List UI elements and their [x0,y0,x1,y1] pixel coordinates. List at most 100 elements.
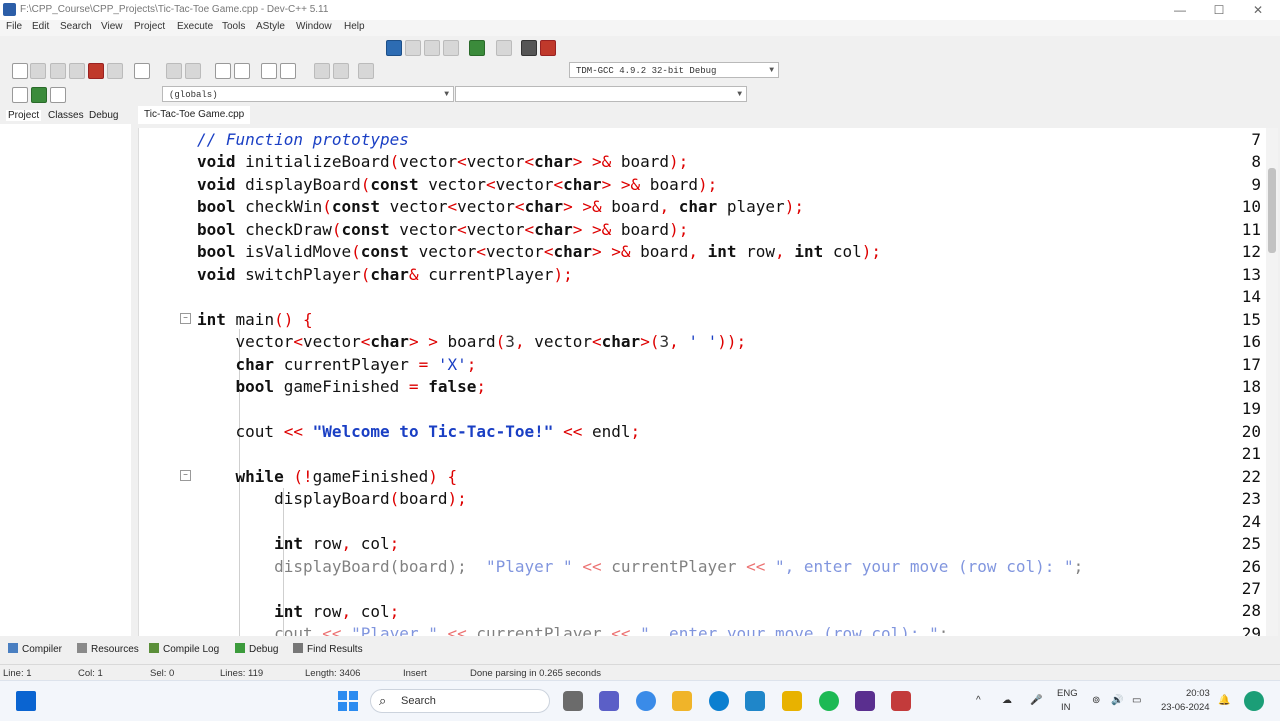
menu-search[interactable]: Search [60,21,92,32]
menu-help[interactable]: Help [344,21,365,32]
tab-debug[interactable]: Debug [89,110,118,121]
class-browser-icon[interactable] [12,87,28,103]
status-length: Length: 3406 [305,668,361,679]
find-icon[interactable] [215,63,231,79]
code-line: cout << "Welcome to Tic-Tac-Toe!" << end… [197,422,641,441]
menu-edit[interactable]: Edit [32,21,49,32]
maximize-button[interactable]: ☐ [1204,2,1234,18]
microphone-icon[interactable]: 🎤 [1030,695,1042,706]
windows-start-icon[interactable] [338,691,358,711]
compile-run-icon[interactable] [424,40,440,56]
menu-astyle[interactable]: AStyle [256,21,285,32]
compile-log-icon [149,643,159,653]
devcpp-taskbar-icon[interactable] [855,691,875,711]
menu-project[interactable]: Project [134,21,165,32]
menu-window[interactable]: Window [296,21,332,32]
print-icon[interactable] [134,63,150,79]
forward-icon[interactable] [333,63,349,79]
undo-icon[interactable] [166,63,182,79]
fold-toggle-main[interactable]: − [180,313,191,324]
status-bar: Line: 1 Col: 1 Sel: 0 Lines: 119 Length:… [0,664,1280,681]
bookmark-icon[interactable] [50,87,66,103]
minimize-button[interactable]: — [1165,2,1195,18]
unindent-icon[interactable] [280,63,296,79]
scope-select[interactable]: (globals) ▼ [162,86,454,102]
windows-widget-icon[interactable] [16,691,36,711]
close-file-icon[interactable] [88,63,104,79]
file-explorer-icon[interactable] [672,691,692,711]
chrome-icon[interactable] [636,691,656,711]
back-icon[interactable] [314,63,330,79]
left-panel-tabs: Project Classes Debug [0,106,131,124]
insert-icon[interactable] [31,87,47,103]
tab-find-results[interactable]: Find Results [293,643,363,655]
debug-icon[interactable] [540,40,556,56]
replace-icon[interactable] [234,63,250,79]
battery-icon[interactable]: ▭ [1132,695,1141,706]
stop-icon[interactable] [496,40,512,56]
goto-icon[interactable] [358,63,374,79]
chevron-up-icon[interactable]: ^ [976,695,981,706]
tab-resources[interactable]: Resources [77,643,139,655]
tab-debug-output[interactable]: Debug [235,643,278,655]
chevron-down-icon: ▼ [737,90,742,99]
save-icon[interactable] [50,63,66,79]
language-indicator[interactable]: ENG [1057,688,1078,699]
status-line: Line: 1 [3,668,32,679]
code-line: void displayBoard(const vector<vector<ch… [197,175,718,194]
chart-icon[interactable] [521,40,537,56]
copilot-icon[interactable] [1244,691,1264,711]
close-all-icon[interactable] [107,63,123,79]
code-line: bool checkWin(const vector<vector<char> … [197,197,804,216]
code-line: while (!gameFinished) { [235,467,458,486]
clock-time[interactable]: 20:03 [1186,688,1210,699]
close-button[interactable]: ✕ [1243,2,1273,18]
line-number: 22 [1241,466,1261,486]
fold-toggle-while[interactable]: − [180,470,191,481]
wifi-icon[interactable]: ⊚ [1092,695,1100,706]
line-number: 8 [1251,152,1261,172]
teams-icon[interactable] [599,691,619,711]
volume-icon[interactable]: 🔊 [1111,695,1123,706]
edge-icon[interactable] [709,691,729,711]
run-icon[interactable] [405,40,421,56]
symbol-select[interactable]: ▼ [455,86,747,102]
taskbar-search-input[interactable]: ⌕ Search [370,689,550,713]
open-file-icon[interactable] [30,63,46,79]
menu-file[interactable]: File [6,21,22,32]
clock-date[interactable]: 23-06-2024 [1161,702,1210,713]
line-number: 7 [1251,130,1261,149]
project-panel [0,106,131,636]
code-line: int row, col; [274,534,400,553]
task-view-icon[interactable] [563,691,583,711]
notification-icon[interactable]: 🔔 [1218,695,1230,706]
menu-view[interactable]: View [101,21,123,32]
indent-icon[interactable] [261,63,277,79]
app-icon[interactable] [745,691,765,711]
app-running-icon[interactable] [891,691,911,711]
rebuild-icon[interactable] [443,40,459,56]
new-file-icon[interactable] [12,63,28,79]
tab-classes[interactable]: Classes [48,110,84,121]
spotify-icon[interactable] [819,691,839,711]
tab-compile-log[interactable]: Compile Log [149,643,219,655]
code-line: cout << "Player " << currentPlayer << ",… [197,624,949,636]
chevron-down-icon: ▼ [769,66,774,75]
tab-project[interactable]: Project [6,110,42,121]
compile-icon[interactable] [386,40,402,56]
devcpp-app-icon [3,3,16,16]
status-lines: Lines: 119 [220,668,264,679]
code-editor[interactable]: − − // Function prototypes void initiali… [138,128,1267,636]
cloud-icon[interactable]: ☁ [1002,695,1012,706]
compiler-select[interactable]: TDM-GCC 4.9.2 32-bit Debug ▼ [569,62,779,78]
editor-vertical-scrollbar[interactable] [1266,128,1278,636]
redo-icon[interactable] [185,63,201,79]
save-all-icon[interactable] [69,63,85,79]
menu-tools[interactable]: Tools [222,21,245,32]
tab-compiler[interactable]: Compiler [8,643,62,655]
menu-execute[interactable]: Execute [177,21,213,32]
check-syntax-icon[interactable] [469,40,485,56]
store-icon[interactable] [782,691,802,711]
editor-file-tab[interactable]: Tic-Tac-Toe Game.cpp [138,106,251,124]
scrollbar-thumb[interactable] [1268,168,1276,253]
